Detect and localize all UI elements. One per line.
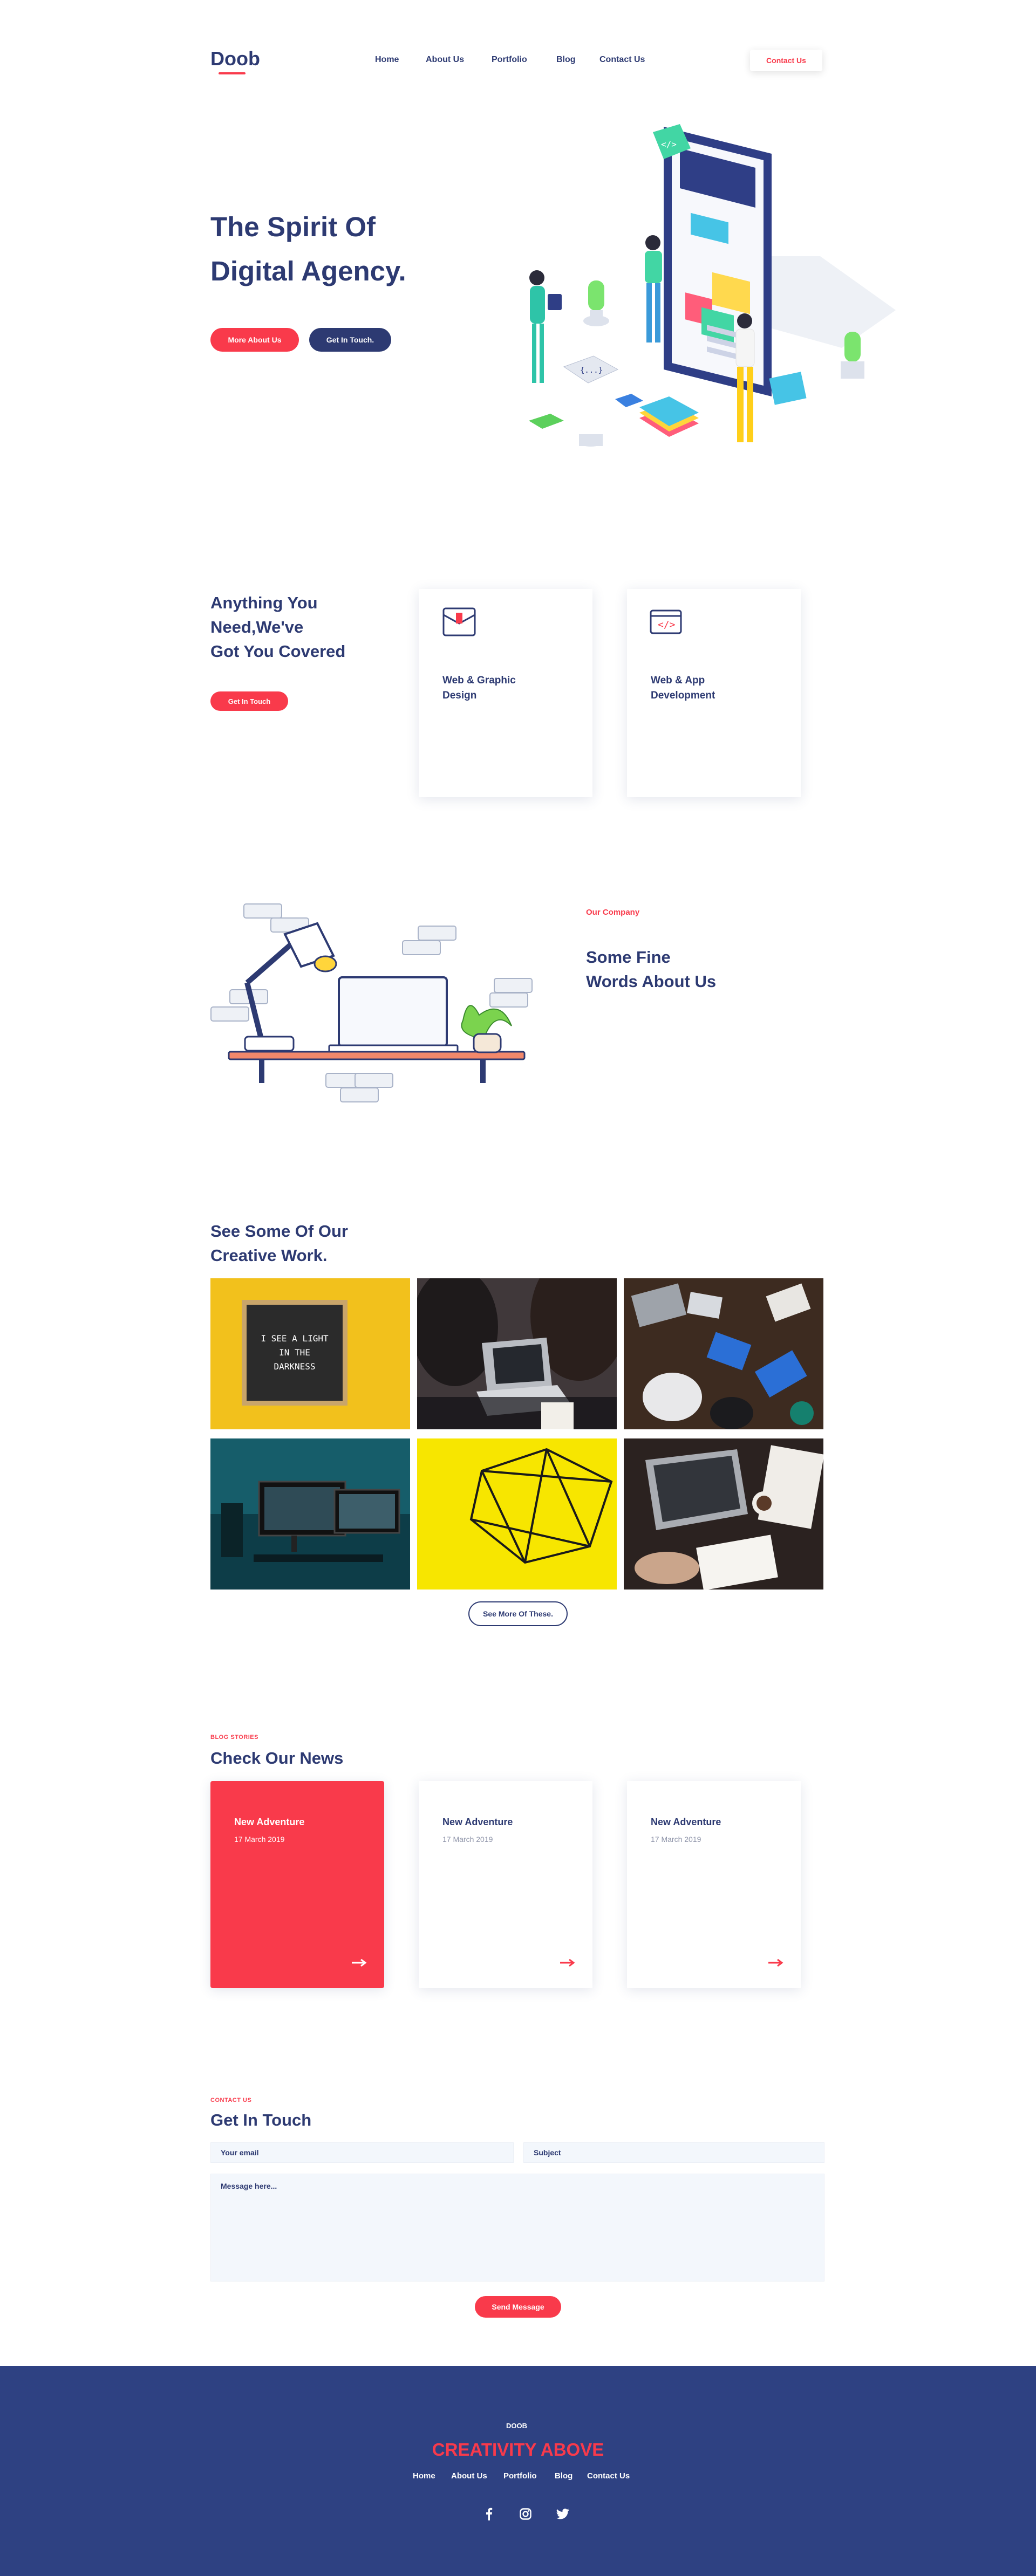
portfolio-title-line-1: See Some Of Our xyxy=(210,1222,348,1241)
portfolio-item-desk-coffee[interactable] xyxy=(624,1438,823,1590)
arrow-right-icon[interactable] xyxy=(768,1959,783,1967)
services-heading-line-2: Need,We've xyxy=(210,618,304,636)
service-card-title-line-2: Development xyxy=(651,690,715,701)
blog-card-date: 17 March 2019 xyxy=(651,1835,701,1844)
portfolio-item-team-desk[interactable] xyxy=(624,1278,823,1429)
about-title-line-2: Words About Us xyxy=(586,972,717,991)
footer-tagline: CREATIVITY ABOVE xyxy=(432,2440,604,2459)
man-figure-1 xyxy=(645,235,662,342)
service-card-graphic-design[interactable]: Web & Graphic Design xyxy=(419,589,592,797)
blog-card-date: 17 March 2019 xyxy=(442,1835,493,1844)
service-card-title-line-1: Web & Graphic xyxy=(442,675,516,686)
subject-field[interactable]: Subject xyxy=(523,2142,824,2163)
footer-nav-blog[interactable]: Blog xyxy=(555,2471,572,2481)
contact-title: Get In Touch xyxy=(210,2111,312,2129)
nav-portfolio[interactable]: Portfolio xyxy=(492,55,527,65)
portfolio-item-workstation[interactable] xyxy=(210,1438,410,1590)
blog-card[interactable]: New Adventure 17 March 2019 xyxy=(419,1781,592,1988)
portfolio-item-letterboard[interactable]: I SEE A LIGHT IN THE DARKNESS xyxy=(210,1278,410,1429)
service-card-title: Web & Graphic Design xyxy=(442,673,516,703)
see-more-button[interactable]: See More Of These. xyxy=(468,1601,568,1626)
nav-home[interactable]: Home xyxy=(375,55,399,65)
footer-nav-contact[interactable]: Contact Us xyxy=(587,2471,630,2481)
blog-title: Check Our News xyxy=(210,1749,344,1767)
hero-title-line-2: Digital Agency. xyxy=(210,256,406,286)
services-get-in-touch-button[interactable]: Get In Touch xyxy=(210,691,288,711)
blog-card-title: New Adventure xyxy=(651,1817,721,1827)
envelope-icon xyxy=(442,607,476,636)
portfolio-title-line-2: Creative Work. xyxy=(210,1246,328,1265)
about-eyebrow: Our Company xyxy=(586,908,640,917)
svg-text:</>: </> xyxy=(661,139,677,149)
logo[interactable]: Doob xyxy=(210,47,260,70)
send-message-button[interactable]: Send Message xyxy=(475,2296,561,2318)
more-about-button[interactable]: More About Us xyxy=(210,328,299,352)
arrow-right-icon[interactable] xyxy=(352,1959,367,1967)
services-heading-line-3: Got You Covered xyxy=(210,642,346,661)
blog-card-title: New Adventure xyxy=(234,1817,305,1827)
phone-graphic xyxy=(664,127,772,396)
about-title-line-1: Some Fine xyxy=(586,948,671,967)
hero-title-line-1: The Spirit Of xyxy=(210,211,376,242)
letterboard-frame: I SEE A LIGHT IN THE DARKNESS xyxy=(242,1300,347,1406)
instagram-icon[interactable] xyxy=(520,2508,531,2520)
blog-card-featured[interactable]: New Adventure 17 March 2019 xyxy=(210,1781,384,1988)
blog-card[interactable]: New Adventure 17 March 2019 xyxy=(627,1781,801,1988)
woman-figure xyxy=(529,270,562,383)
service-card-app-development[interactable]: </> Web & App Development xyxy=(627,589,801,797)
facebook-icon[interactable] xyxy=(485,2508,493,2520)
portfolio-item-laptop[interactable] xyxy=(417,1278,617,1429)
blog-card-date: 17 March 2019 xyxy=(234,1835,285,1844)
email-field[interactable]: Your email xyxy=(210,2142,514,2163)
arrow-right-icon[interactable] xyxy=(560,1959,575,1967)
message-textarea[interactable]: Message here... xyxy=(210,2174,824,2282)
hero-illustration: </> {...} xyxy=(529,124,896,447)
code-window-icon: </> xyxy=(650,609,682,634)
portfolio-item-geometric[interactable] xyxy=(417,1438,617,1590)
service-card-title-line-1: Web & App xyxy=(651,675,705,686)
letterboard: I SEE A LIGHT IN THE DARKNESS xyxy=(247,1305,343,1401)
letterboard-line-2: IN THE xyxy=(279,1347,310,1358)
letterboard-line-1: I SEE A LIGHT xyxy=(261,1333,329,1344)
header-contact-button[interactable]: Contact Us xyxy=(750,50,822,71)
service-card-title-line-2: Design xyxy=(442,690,477,701)
svg-text:</>: </> xyxy=(658,619,676,631)
logo-underline xyxy=(219,72,246,74)
portfolio-title: See Some Of Our Creative Work. xyxy=(210,1219,348,1268)
letterboard-line-3: DARKNESS xyxy=(274,1361,316,1372)
desk-lamp-illustration xyxy=(210,903,533,1102)
contact-eyebrow: CONTACT US xyxy=(210,2097,252,2104)
get-in-touch-hero-button[interactable]: Get In Touch. xyxy=(309,328,391,352)
nav-blog[interactable]: Blog xyxy=(556,55,576,65)
nav-contact[interactable]: Contact Us xyxy=(599,55,645,65)
blog-eyebrow: BLOG STORIES xyxy=(210,1734,258,1741)
svg-text:{...}: {...} xyxy=(580,366,603,375)
service-card-title: Web & App Development xyxy=(651,673,715,703)
footer-nav-about[interactable]: About Us xyxy=(451,2471,487,2481)
services-heading-line-1: Anything You xyxy=(210,593,318,612)
services-heading: Anything You Need,We've Got You Covered xyxy=(210,591,345,663)
footer-nav-portfolio[interactable]: Portfolio xyxy=(503,2471,537,2481)
hero-title: The Spirit Of Digital Agency. xyxy=(210,205,406,293)
footer-logo[interactable]: DOOB xyxy=(506,2422,527,2430)
about-title: Some Fine Words About Us xyxy=(586,945,716,994)
blog-card-title: New Adventure xyxy=(442,1817,513,1827)
footer-nav-home[interactable]: Home xyxy=(413,2471,435,2481)
nav-about[interactable]: About Us xyxy=(426,55,464,65)
twitter-icon[interactable] xyxy=(556,2509,569,2519)
